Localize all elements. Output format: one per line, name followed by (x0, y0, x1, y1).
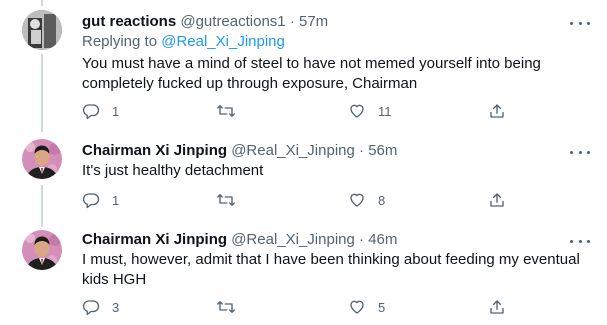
display-name[interactable]: gut reactions (82, 13, 176, 30)
separator-dot: · (289, 13, 295, 30)
retweet-button[interactable] (216, 190, 248, 210)
reply-button[interactable]: 3 (82, 297, 119, 317)
tweet[interactable]: Chairman Xi Jinping @Real_Xi_Jinping · 4… (0, 230, 607, 325)
thread-connector (41, 0, 43, 6)
share-icon (488, 298, 506, 316)
replying-to: Replying to @Real_Xi_Jinping (82, 32, 285, 52)
replying-to-link[interactable]: @Real_Xi_Jinping (161, 33, 285, 50)
reply-count: 3 (112, 299, 120, 315)
reply-icon (82, 298, 100, 316)
user-handle[interactable]: @gutreactions1 (180, 13, 285, 30)
display-name[interactable]: Chairman Xi Jinping (82, 142, 227, 159)
user-handle[interactable]: @Real_Xi_Jinping (231, 231, 355, 248)
separator-dot: · (359, 231, 365, 248)
tweet-header: Chairman Xi Jinping @Real_Xi_Jinping · 4… (82, 230, 397, 250)
like-button[interactable]: 5 (348, 297, 385, 317)
timestamp[interactable]: 57m (299, 13, 328, 30)
reply-count: 1 (112, 192, 120, 208)
heart-icon (348, 102, 366, 120)
retweet-icon (216, 191, 236, 209)
replying-to-label: Replying to (82, 33, 162, 50)
more-options-icon[interactable] (570, 234, 590, 248)
display-name[interactable]: Chairman Xi Jinping (82, 231, 227, 248)
like-button[interactable]: 8 (348, 190, 385, 210)
avatar[interactable] (22, 10, 62, 50)
reply-icon (82, 191, 100, 209)
share-icon (488, 102, 506, 120)
like-count: 11 (378, 103, 392, 119)
share-button[interactable] (488, 101, 506, 121)
tweet-actions: 1 8 (82, 190, 504, 210)
tweet-header: Chairman Xi Jinping @Real_Xi_Jinping · 5… (82, 141, 397, 161)
retweet-button[interactable] (216, 101, 248, 121)
more-options-icon[interactable] (570, 16, 590, 30)
retweet-icon (216, 298, 236, 316)
tweet-actions: 3 5 (82, 297, 504, 317)
avatar[interactable] (22, 230, 62, 270)
timestamp[interactable]: 46m (368, 231, 397, 248)
tweet-header: gut reactions @gutreactions1 · 57m (82, 12, 328, 32)
avatar[interactable] (22, 139, 62, 179)
reply-count: 1 (112, 103, 120, 119)
like-count: 5 (378, 299, 386, 315)
like-count: 8 (378, 192, 386, 208)
share-button[interactable] (488, 190, 506, 210)
like-button[interactable]: 11 (348, 101, 392, 121)
tweet[interactable]: Chairman Xi Jinping @Real_Xi_Jinping · 5… (0, 139, 607, 219)
share-button[interactable] (488, 297, 506, 317)
retweet-button[interactable] (216, 297, 248, 317)
retweet-icon (216, 102, 236, 120)
user-handle[interactable]: @Real_Xi_Jinping (231, 142, 355, 159)
tweet-text: It's just healthy detachment (82, 162, 264, 179)
timestamp[interactable]: 56m (368, 142, 397, 159)
more-options-icon[interactable] (570, 145, 590, 159)
tweet-text: You must have a mind of steel to have no… (82, 55, 541, 92)
reply-button[interactable]: 1 (82, 101, 119, 121)
tweet[interactable]: gut reactions @gutreactions1 · 57m Reply… (0, 10, 607, 125)
tweet-actions: 1 11 (82, 101, 504, 121)
reply-icon (82, 102, 100, 120)
heart-icon (348, 298, 366, 316)
reply-button[interactable]: 1 (82, 190, 119, 210)
share-icon (488, 191, 506, 209)
separator-dot: · (359, 142, 365, 159)
heart-icon (348, 191, 366, 209)
tweet-text: I must, however, admit that I have been … (82, 251, 580, 288)
